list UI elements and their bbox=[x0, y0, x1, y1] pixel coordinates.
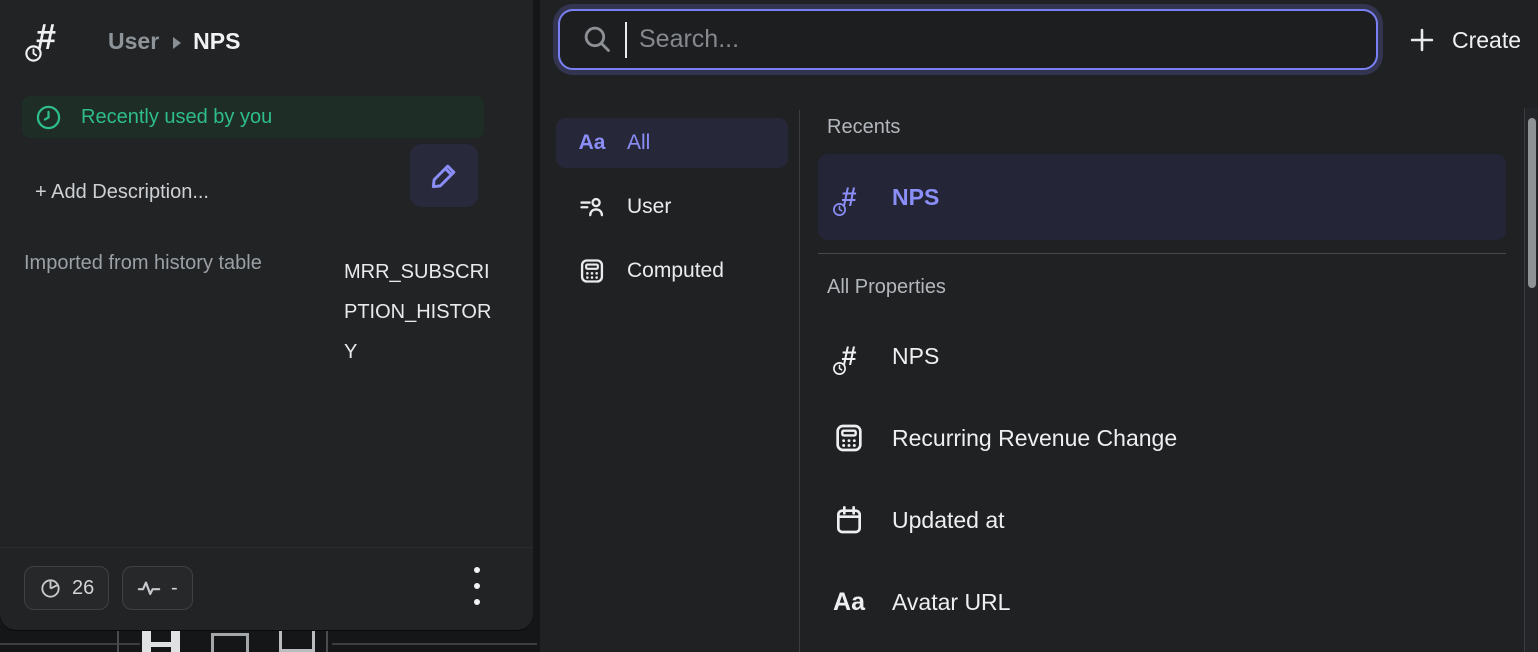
numeric-history-icon: # bbox=[830, 341, 868, 372]
calendar-icon bbox=[830, 504, 868, 536]
chevron-right-icon bbox=[173, 37, 181, 49]
import-source-label: Imported from history table bbox=[24, 252, 262, 275]
filter-label: Computed bbox=[627, 259, 724, 283]
property-item-label: Updated at bbox=[892, 507, 1005, 534]
underlay-line bbox=[326, 631, 328, 652]
clock-icon bbox=[24, 44, 43, 63]
property-item-avatar-url[interactable]: Aa Avatar URL bbox=[818, 576, 1506, 628]
section-divider bbox=[818, 253, 1506, 254]
search-bar[interactable] bbox=[558, 9, 1378, 70]
scrollbar-track[interactable] bbox=[1524, 108, 1538, 652]
filter-all[interactable]: Aa All bbox=[556, 118, 788, 168]
breadcrumb-parent[interactable]: User bbox=[108, 28, 159, 55]
filter-computed[interactable]: Computed bbox=[556, 246, 788, 296]
activity-value: - bbox=[171, 577, 178, 600]
pencil-icon bbox=[428, 160, 460, 192]
breadcrumb-current: NPS bbox=[193, 28, 240, 55]
type-filter-list: Aa All User Computed bbox=[556, 118, 788, 310]
add-description-button[interactable]: + Add Description... bbox=[35, 181, 209, 204]
clock-icon bbox=[832, 361, 847, 376]
kebab-menu-icon bbox=[474, 567, 480, 573]
calculator-icon bbox=[830, 422, 868, 454]
property-item-updated-at[interactable]: Updated at bbox=[818, 494, 1506, 546]
recent-item-nps[interactable]: # NPS bbox=[818, 154, 1506, 240]
recently-used-label: Recently used by you bbox=[81, 106, 272, 129]
create-button[interactable]: Create bbox=[1398, 0, 1538, 80]
scrollbar-thumb[interactable] bbox=[1528, 118, 1536, 288]
underlay-line bbox=[332, 643, 537, 645]
plus-icon bbox=[1408, 26, 1436, 54]
recents-section-title: Recents bbox=[827, 116, 900, 139]
chart-type-icon bbox=[211, 633, 249, 652]
chart-type-icon bbox=[279, 631, 315, 652]
property-item-label: NPS bbox=[892, 343, 939, 370]
activity-button[interactable]: - bbox=[122, 566, 193, 610]
pie-chart-icon bbox=[39, 577, 62, 600]
recently-used-badge: Recently used by you bbox=[22, 96, 484, 138]
clock-icon bbox=[832, 202, 847, 217]
footer-divider bbox=[0, 547, 533, 548]
filter-label: User bbox=[627, 195, 671, 219]
chart-type-icon bbox=[142, 631, 180, 652]
text-type-icon: Aa bbox=[576, 131, 608, 155]
property-item-label: Recurring Revenue Change bbox=[892, 425, 1177, 452]
panel-divider bbox=[799, 110, 800, 652]
breadcrumb: User NPS bbox=[108, 28, 240, 55]
text-type-icon: Aa bbox=[830, 588, 868, 617]
property-detail-panel: # User NPS Recently used by you + Add De… bbox=[0, 0, 533, 630]
numeric-history-icon: # bbox=[830, 182, 868, 213]
cardinality-count: 26 bbox=[72, 577, 94, 600]
property-item-nps[interactable]: # NPS bbox=[818, 330, 1506, 382]
edit-button[interactable] bbox=[410, 144, 478, 207]
text-cursor bbox=[625, 22, 627, 58]
search-input[interactable] bbox=[639, 25, 1376, 54]
underlay-line bbox=[0, 643, 140, 645]
create-label: Create bbox=[1452, 27, 1521, 54]
property-item-label: Avatar URL bbox=[892, 589, 1010, 616]
property-picker-modal: Create Aa All User bbox=[540, 0, 1538, 652]
more-options-button[interactable] bbox=[462, 558, 492, 614]
cardinality-button[interactable]: 26 bbox=[24, 566, 109, 610]
activity-icon bbox=[137, 578, 161, 598]
underlay-line bbox=[117, 631, 119, 652]
filter-user[interactable]: User bbox=[556, 182, 788, 232]
filter-label: All bbox=[627, 131, 650, 155]
user-properties-icon bbox=[576, 193, 608, 221]
recent-item-label: NPS bbox=[892, 184, 939, 211]
search-icon bbox=[582, 24, 613, 55]
import-source-value: MRR_SUBSCRIPTION_HISTORY bbox=[344, 252, 502, 372]
clock-icon bbox=[35, 104, 62, 131]
property-item-recurring-revenue-change[interactable]: Recurring Revenue Change bbox=[818, 412, 1506, 464]
calculator-icon bbox=[576, 257, 608, 285]
all-properties-section-title: All Properties bbox=[827, 276, 946, 299]
numeric-history-icon: # bbox=[36, 16, 84, 68]
